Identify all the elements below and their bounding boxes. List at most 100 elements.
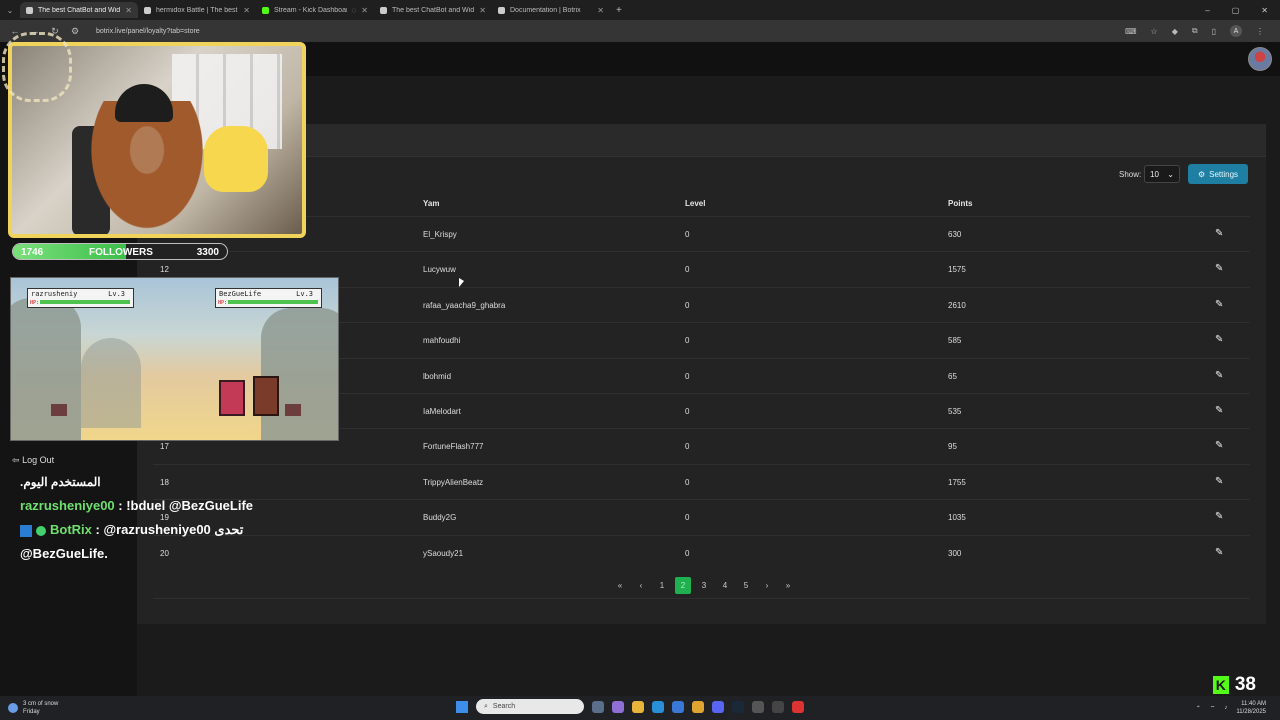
edit-pencil-icon[interactable]: ✎	[1215, 370, 1223, 381]
chat-line: المستخدم اليوم.	[20, 475, 101, 489]
maximize-icon[interactable]: ▢	[1232, 6, 1240, 15]
row-username: Buddy2G	[423, 513, 457, 523]
row-username: ySaoudy21	[423, 548, 464, 558]
volume-icon[interactable]: ♪	[1224, 705, 1227, 711]
chat-message: razrusheniye00 : !bduel @BezGueLife	[20, 494, 290, 518]
column-header-level[interactable]: Level	[685, 199, 705, 208]
tray-chevron-icon[interactable]: ⌃	[1196, 705, 1201, 712]
player2-name: BezGueLife	[219, 290, 262, 298]
site-info-icon[interactable]: ⚙	[70, 26, 80, 37]
column-header-name[interactable]: Yam	[423, 199, 439, 208]
bookmark-star-icon[interactable]: ☆	[1151, 27, 1158, 36]
logout-link[interactable]: ⇦ Log Out	[12, 455, 54, 466]
user-avatar[interactable]	[1248, 47, 1272, 71]
table-row: 20 ySaoudy21 0 300 ✎	[153, 534, 1250, 570]
plush-toy	[204, 126, 268, 192]
row-level: 0	[685, 265, 690, 275]
row-points: 1035	[948, 513, 966, 523]
tab-search-icon[interactable]: ⌄	[0, 6, 20, 15]
close-tab-icon[interactable]: ✕	[243, 6, 250, 15]
row-level: 0	[685, 230, 690, 239]
player2-hp-box: BezGueLife Lv.3 HP:	[215, 288, 322, 308]
edit-pencil-icon[interactable]: ✎	[1215, 440, 1223, 451]
url-field[interactable]: botrix.live/panel/loyalty?tab=store	[96, 28, 200, 35]
beanie	[115, 84, 173, 122]
chat-overlay: المستخدم اليوم. razrusheniye00 : !bduel …	[20, 470, 290, 566]
gears-icon: ⚙	[1197, 169, 1206, 179]
close-tab-icon[interactable]: ✕	[361, 6, 368, 15]
row-username: El_Krispy	[423, 230, 457, 239]
mail-icon[interactable]	[672, 700, 684, 713]
edit-pencil-icon[interactable]: ✎	[1215, 263, 1223, 274]
edit-pencil-icon[interactable]: ✎	[1215, 476, 1223, 487]
steam-icon[interactable]	[732, 700, 744, 713]
row-username: IaMelodart	[423, 407, 461, 416]
botrix-favicon-icon	[26, 6, 33, 14]
edit-pencil-icon[interactable]: ✎	[1215, 511, 1223, 522]
next-page-button[interactable]: ›	[759, 577, 775, 594]
clock[interactable]: 11:40 AM 11/28/2025	[1236, 700, 1266, 716]
app-icon[interactable]	[772, 700, 784, 713]
table-row: El_Krispy 0 630 ✎	[153, 216, 1250, 251]
weather-widget[interactable]: 3 cm of snow Friday	[8, 700, 58, 716]
close-tab-icon[interactable]: ✕	[597, 6, 604, 15]
bat-sprite	[285, 404, 301, 416]
edit-pencil-icon[interactable]: ✎	[1215, 299, 1223, 310]
prev-page-button[interactable]: ‹	[633, 577, 649, 594]
close-tab-icon[interactable]: ✕	[479, 6, 486, 15]
obs-icon[interactable]	[752, 700, 764, 713]
brave-icon[interactable]	[792, 700, 804, 713]
page-button-4[interactable]: 4	[717, 577, 733, 594]
followers-goal: 3300	[196, 247, 219, 258]
app-icon[interactable]	[612, 700, 624, 713]
page-button-5[interactable]: 5	[738, 577, 754, 594]
chat-text-continued: @BezGueLife.	[20, 546, 108, 561]
browser-tab-1[interactable]: The best ChatBot and Widgets ✕	[20, 2, 138, 18]
row-points: 630	[948, 230, 962, 239]
edit-pencil-icon[interactable]: ✎	[1215, 228, 1223, 239]
browser-tab-5[interactable]: Documentation | Botrix ✕	[492, 2, 610, 18]
row-username: TrippyAlienBeatz	[423, 477, 484, 487]
sidebar-icon[interactable]: ▯	[1212, 27, 1216, 36]
last-page-button[interactable]: »	[780, 577, 796, 594]
new-tab-plus-icon[interactable]: +	[616, 5, 622, 16]
windows-start-icon[interactable]	[456, 700, 468, 713]
task-view-icon[interactable]	[592, 700, 604, 713]
profile-avatar[interactable]: A	[1230, 25, 1242, 37]
edit-pencil-icon[interactable]: ✎	[1215, 334, 1223, 345]
chat-text: : !bduel @BezGueLife	[114, 498, 254, 513]
file-explorer-icon[interactable]	[632, 700, 644, 713]
followers-label: FOLLOWERS	[89, 247, 153, 258]
column-header-points[interactable]: Points	[948, 199, 972, 208]
row-level: 0	[685, 442, 690, 452]
browser-tab-2[interactable]: hermidox Battle | The best Cha ✕	[138, 2, 256, 18]
extension-icon[interactable]: ◆	[1172, 27, 1178, 36]
row-points: 2610	[948, 300, 966, 310]
page-size-select[interactable]: 10 ⌄	[1144, 165, 1180, 183]
taskbar-search[interactable]: ⌕ Search	[476, 699, 584, 714]
browser-tab-4[interactable]: The best ChatBot and Widgets ✕	[374, 2, 492, 18]
viewer-count: 38	[1234, 674, 1256, 695]
translate-icon[interactable]: ⌨	[1125, 27, 1137, 36]
settings-button[interactable]: ⚙ Settings	[1188, 164, 1248, 184]
edit-pencil-icon[interactable]: ✎	[1215, 547, 1223, 558]
row-level: 0	[685, 477, 690, 487]
row-points: 95	[948, 442, 957, 452]
browser-tab-3[interactable]: Stream - Kick Dashboard ◌ ✕	[256, 2, 374, 18]
browser-menu-icon[interactable]: ⋮	[1256, 27, 1264, 36]
page-button-3[interactable]: 3	[696, 577, 712, 594]
close-tab-icon[interactable]: ✕	[125, 6, 132, 15]
row-points: 300	[948, 548, 962, 558]
first-page-button[interactable]: «	[612, 577, 628, 594]
minimize-icon[interactable]: –	[1205, 6, 1209, 15]
edge-icon[interactable]	[652, 700, 664, 713]
page-button-1[interactable]: 1	[654, 577, 670, 594]
chrome-icon[interactable]	[692, 700, 704, 713]
puzzle-extensions-icon[interactable]: ⧉	[1192, 26, 1198, 36]
network-icon[interactable]: ⌔	[1210, 704, 1216, 712]
close-window-icon[interactable]: ✕	[1261, 6, 1268, 15]
discord-icon[interactable]	[712, 700, 724, 713]
edit-pencil-icon[interactable]: ✎	[1215, 405, 1223, 416]
page-button-2-active[interactable]: 2	[675, 576, 691, 594]
muted-audio-icon[interactable]: ◌	[352, 6, 357, 15]
